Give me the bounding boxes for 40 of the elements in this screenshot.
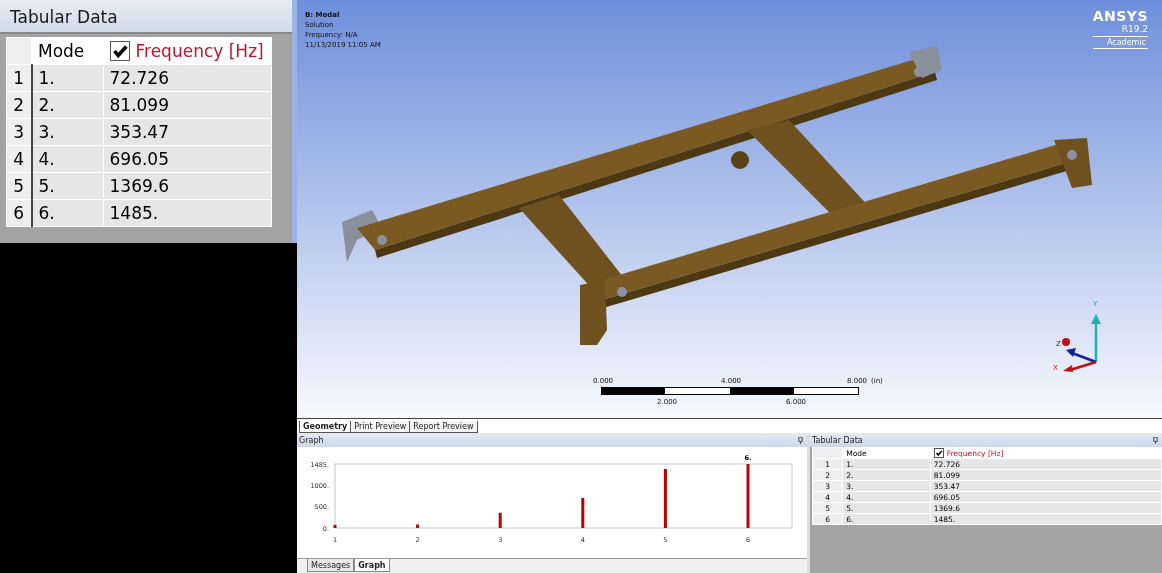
panel-title: Tabular Data: [0, 0, 292, 34]
view-tab[interactable]: Print Preview: [350, 421, 411, 433]
table-cell: 81.099: [103, 91, 271, 119]
table-cell: 1.: [31, 64, 103, 92]
logo-name: ANSYS: [1092, 8, 1148, 24]
bar: [746, 464, 750, 528]
panel-title: Tabular Data: [812, 435, 863, 445]
bar: [663, 468, 667, 528]
row-number: 3: [6, 118, 32, 146]
panel-tab[interactable]: Messages: [307, 559, 355, 572]
pin-icon[interactable]: [798, 436, 803, 444]
row-number: 1: [6, 64, 32, 92]
bar: [416, 524, 420, 528]
view-tab[interactable]: Report Preview: [409, 421, 478, 433]
table-cell: 72.726: [103, 64, 271, 92]
row-number: 4: [6, 145, 32, 173]
view-tab[interactable]: Geometry: [299, 421, 352, 433]
panel-title: Graph: [299, 435, 324, 445]
logo-version: R19.2: [1120, 24, 1148, 34]
table-cell: 2.: [31, 91, 103, 119]
table-cell: 1369.6: [103, 172, 271, 200]
table-cell: 6.: [31, 199, 103, 227]
checkbox[interactable]: [109, 41, 130, 61]
bar: [498, 512, 502, 528]
table-cell: 353.47: [103, 118, 271, 146]
column-header[interactable]: Mode: [31, 37, 103, 65]
table-cell: 696.05: [103, 145, 271, 173]
checkbox[interactable]: [933, 448, 944, 458]
table-cell: 1485.: [103, 199, 271, 227]
logo-edition: Academic: [1092, 36, 1148, 49]
bar: [333, 524, 337, 528]
bar: [581, 498, 585, 528]
row-number: 6: [6, 199, 32, 227]
table-cell: 4.: [31, 145, 103, 173]
panel-tab[interactable]: Graph: [354, 559, 390, 572]
table-cell: 5.: [31, 172, 103, 200]
row-number: 5: [6, 172, 32, 200]
row-number: 2: [6, 91, 32, 119]
pin-icon[interactable]: [1153, 436, 1158, 444]
table-cell: 3.: [31, 118, 103, 146]
